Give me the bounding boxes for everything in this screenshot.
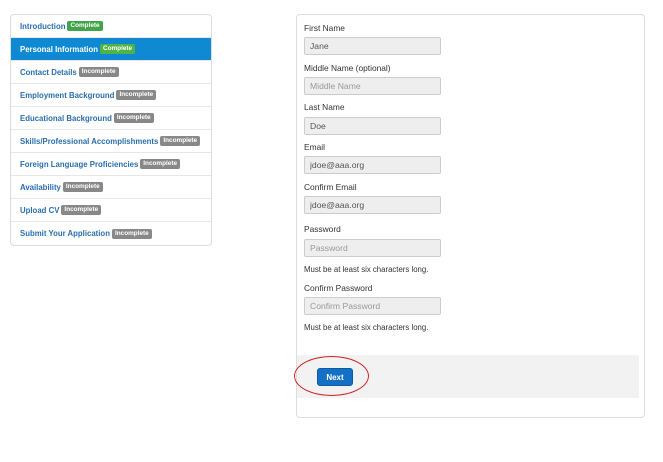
sidebar-item-educational-background[interactable]: Educational Background Incomplete (11, 107, 211, 130)
sidebar-item-label: Availability (20, 182, 61, 192)
sidebar-item-submit-application[interactable]: Submit Your Application Incomplete (11, 222, 211, 245)
confirm-password-input[interactable] (304, 297, 441, 315)
sidebar-item-label: Skills/Professional Accomplishments (20, 136, 159, 146)
sidebar-item-label: Upload CV (20, 205, 60, 215)
sidebar-item-introduction[interactable]: Introduction Complete (11, 15, 211, 38)
status-badge: Incomplete (78, 67, 119, 77)
status-badge: Incomplete (140, 159, 181, 169)
sidebar-item-label: Submit Your Application (20, 229, 110, 238)
confirm-email-input[interactable] (304, 196, 441, 214)
last-name-label: Last Name (304, 102, 345, 112)
status-badge: Incomplete (61, 205, 102, 215)
sidebar-item-label: Educational Background (20, 113, 112, 123)
status-badge: Complete (99, 44, 136, 54)
sidebar-item-personal-information[interactable]: Personal Information Complete (11, 38, 211, 61)
confirm-password-help-text: Must be at least six characters long. (304, 323, 429, 332)
sidebar-item-foreign-languages[interactable]: Foreign Language Proficiencies Incomplet… (11, 153, 211, 176)
password-label: Password (304, 224, 341, 234)
first-name-label: First Name (304, 23, 345, 33)
status-badge: Incomplete (160, 136, 201, 146)
status-badge: Incomplete (113, 113, 154, 123)
form-footer: Next (297, 355, 639, 398)
confirm-email-label: Confirm Email (304, 182, 357, 192)
middle-name-input[interactable] (304, 77, 441, 95)
next-button[interactable]: Next (317, 368, 353, 386)
sidebar-item-availability[interactable]: Availability Incomplete (11, 176, 211, 199)
email-input[interactable] (304, 156, 441, 174)
sidebar-item-label: Introduction (20, 21, 66, 31)
sidebar-item-employment-background[interactable]: Employment Background Incomplete (11, 84, 211, 107)
confirm-password-label: Confirm Password (304, 283, 373, 293)
application-steps-sidebar: Introduction Complete Personal Informati… (10, 14, 212, 246)
status-badge: Incomplete (111, 228, 152, 239)
password-help-text: Must be at least six characters long. (304, 265, 429, 274)
first-name-input[interactable] (304, 37, 441, 55)
sidebar-item-label: Personal Information (20, 44, 98, 54)
sidebar-item-contact-details[interactable]: Contact Details Incomplete (11, 61, 211, 84)
sidebar-item-label: Foreign Language Proficiencies (20, 159, 139, 169)
status-badge: Complete (67, 21, 103, 31)
sidebar-item-upload-cv[interactable]: Upload CV Incomplete (11, 199, 211, 222)
status-badge: Incomplete (62, 182, 103, 192)
sidebar-item-label: Contact Details (20, 67, 77, 77)
last-name-input[interactable] (304, 117, 441, 135)
sidebar-item-label: Employment Background (20, 90, 115, 100)
sidebar-item-skills[interactable]: Skills/Professional Accomplishments Inco… (11, 130, 211, 153)
password-input[interactable] (304, 239, 441, 257)
status-badge: Incomplete (116, 90, 157, 100)
personal-information-form: First Name Middle Name (optional) Last N… (296, 14, 645, 418)
email-label: Email (304, 142, 325, 152)
middle-name-label: Middle Name (optional) (304, 63, 391, 73)
